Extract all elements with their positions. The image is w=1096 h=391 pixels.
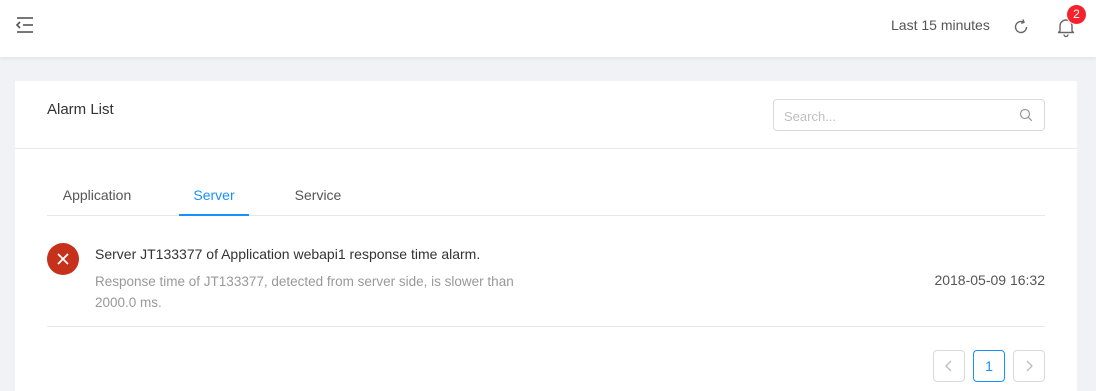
menu-fold-icon[interactable]: [14, 15, 36, 35]
tab-server[interactable]: Server: [179, 187, 249, 216]
notification-badge: 2: [1067, 5, 1086, 24]
prev-page-button[interactable]: [933, 350, 965, 382]
search-icon[interactable]: [1019, 108, 1033, 122]
tab-service[interactable]: Service: [283, 187, 353, 216]
refresh-icon[interactable]: [1011, 17, 1031, 37]
close-icon: [47, 243, 79, 275]
alarm-timestamp: 2018-05-09 16:32: [934, 272, 1045, 288]
time-range-selector[interactable]: Last 15 minutes: [891, 17, 990, 33]
card-header: Alarm List: [15, 81, 1077, 149]
chevron-right-icon: [1026, 360, 1033, 372]
search-box[interactable]: [773, 99, 1045, 131]
alarm-description: Response time of JT133377, detected from…: [95, 274, 514, 310]
alarm-tabs: Application Server Service: [47, 185, 1045, 216]
search-input[interactable]: [784, 106, 1014, 126]
top-header: Last 15 minutes 2: [0, 0, 1096, 57]
card-title: Alarm List: [47, 101, 114, 118]
next-page-button[interactable]: [1013, 350, 1045, 382]
chevron-left-icon: [945, 360, 952, 372]
tab-application[interactable]: Application: [47, 187, 147, 216]
page-number-button[interactable]: 1: [973, 350, 1005, 382]
list-item[interactable]: Server JT133377 of Application webapi1 r…: [47, 231, 1045, 327]
alarm-title: Server JT133377 of Application webapi1 r…: [95, 246, 481, 262]
alarm-list-card: Alarm List Application Server Service Se…: [15, 81, 1077, 391]
